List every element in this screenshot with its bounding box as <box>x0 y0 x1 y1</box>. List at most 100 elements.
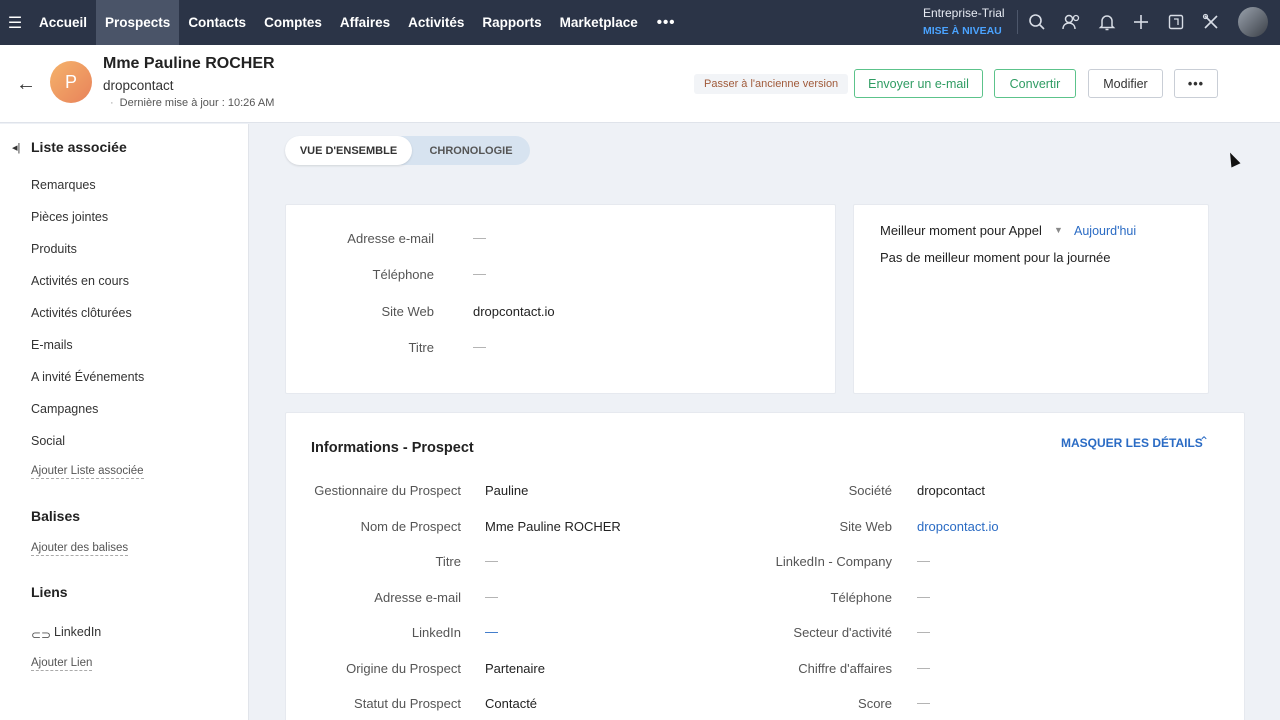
prospect-name: Mme Pauline ROCHER <box>103 55 275 72</box>
trial-label: Entreprise-Trial <box>923 6 1005 20</box>
related-list-sidebar: ◂| Liste associée Remarques Pièces joint… <box>0 124 249 720</box>
info-label: LinkedIn - Company <box>775 554 892 569</box>
summary-label-email: Adresse e-mail <box>347 231 434 246</box>
nav-activites[interactable]: Activités <box>399 0 473 45</box>
nav-comptes[interactable]: Comptes <box>255 0 331 45</box>
summary-label-phone: Téléphone <box>372 267 434 282</box>
contacts-icon[interactable] <box>1061 11 1083 33</box>
info-label: Chiffre d'affaires <box>798 661 892 676</box>
info-label: Nom de Prospect <box>360 519 461 534</box>
prospect-company: dropcontact <box>103 78 174 93</box>
chevron-up-icon[interactable]: ⌃ <box>1199 434 1209 448</box>
last-updated: · Dernière mise à jour : 10:26 AM <box>110 97 275 109</box>
summary-label-website: Site Web <box>381 304 434 319</box>
plus-icon[interactable] <box>1130 11 1152 33</box>
info-label: Société <box>848 483 892 498</box>
chevron-down-icon[interactable]: ▼ <box>1054 225 1063 235</box>
summary-label-title: Titre <box>408 340 434 355</box>
sidebar-item-activites-cloturees[interactable]: Activités clôturées <box>31 306 132 320</box>
bell-icon[interactable] <box>1096 11 1118 33</box>
info-value[interactable]: — <box>917 589 930 604</box>
info-title: Informations - Prospect <box>311 440 474 456</box>
view-toggle: VUE D'ENSEMBLE CHRONOLOGIE <box>285 136 530 165</box>
info-value[interactable]: — <box>917 695 930 710</box>
calendar-icon[interactable] <box>1165 11 1187 33</box>
tools-icon[interactable] <box>1200 11 1222 33</box>
related-list-title: Liste associée <box>31 139 127 155</box>
info-value[interactable]: — <box>485 589 498 604</box>
info-value[interactable]: Mme Pauline ROCHER <box>485 519 621 534</box>
links-title: Liens <box>31 584 68 600</box>
sidebar-item-produits[interactable]: Produits <box>31 242 77 256</box>
info-value[interactable]: — <box>917 553 930 568</box>
best-time-label[interactable]: Meilleur moment pour Appel <box>880 223 1042 238</box>
summary-value-email[interactable]: — <box>473 230 486 245</box>
summary-value-title[interactable]: — <box>473 339 486 354</box>
info-label: Origine du Prospect <box>346 661 461 676</box>
nav-more-button[interactable]: ••• <box>647 14 686 31</box>
hide-details-button[interactable]: MASQUER LES DÉTAILS <box>1061 436 1203 450</box>
tab-timeline[interactable]: CHRONOLOGIE <box>412 136 530 165</box>
top-navigation: ☰ Accueil Prospects Contacts Comptes Aff… <box>0 0 1280 45</box>
info-value[interactable]: Contacté <box>485 696 537 711</box>
prospect-avatar: P <box>50 61 92 103</box>
info-label: Téléphone <box>830 590 892 605</box>
send-email-button[interactable]: Envoyer un e-mail <box>854 69 983 98</box>
info-value[interactable]: dropcontact <box>917 483 985 498</box>
info-value[interactable]: Pauline <box>485 483 528 498</box>
avatar[interactable] <box>1238 7 1268 37</box>
back-arrow-icon[interactable]: ← <box>16 73 36 96</box>
info-label: Site Web <box>839 519 892 534</box>
nav-divider <box>1017 10 1018 34</box>
nav-contacts[interactable]: Contacts <box>179 0 255 45</box>
old-version-button[interactable]: Passer à l'ancienne version <box>694 74 849 94</box>
info-label: Adresse e-mail <box>374 590 461 605</box>
upgrade-link[interactable]: MISE À NIVEAU <box>923 25 1005 37</box>
add-link-link[interactable]: Ajouter Lien <box>31 657 93 671</box>
info-value[interactable]: dropcontact.io <box>917 519 999 534</box>
best-time-none: Pas de meilleur moment pour la journée <box>880 250 1111 265</box>
summary-value-phone[interactable]: — <box>473 266 486 281</box>
nav-accueil[interactable]: Accueil <box>30 0 96 45</box>
tab-overview[interactable]: VUE D'ENSEMBLE <box>285 136 412 165</box>
info-value[interactable]: Partenaire <box>485 661 545 676</box>
nav-rapports[interactable]: Rapports <box>473 0 550 45</box>
trial-box: Entreprise-Trial MISE À NIVEAU <box>923 6 1005 37</box>
edit-button[interactable]: Modifier <box>1088 69 1163 98</box>
nav-prospects[interactable]: Prospects <box>96 0 180 45</box>
sidebar-item-pieces-jointes[interactable]: Pièces jointes <box>31 210 108 224</box>
info-label: Secteur d'activité <box>793 625 892 640</box>
convert-button[interactable]: Convertir <box>994 69 1076 98</box>
summary-value-website[interactable]: dropcontact.io <box>473 304 555 319</box>
add-related-list-link[interactable]: Ajouter Liste associée <box>31 465 144 479</box>
sidebar-item-emails[interactable]: E-mails <box>31 338 73 352</box>
tags-title: Balises <box>31 508 81 524</box>
sidebar-item-social[interactable]: Social <box>31 434 65 448</box>
linkedin-link[interactable]: LinkedIn <box>54 625 101 639</box>
info-label: LinkedIn <box>411 625 461 640</box>
record-header: ← P Mme Pauline ROCHER dropcontact · Dern… <box>0 45 1280 123</box>
last-updated-text: Dernière mise à jour : 10:26 AM <box>119 97 275 109</box>
hamburger-icon[interactable]: ☰ <box>0 0 30 45</box>
sidebar-item-evenements[interactable]: A invité Événements <box>31 370 144 384</box>
info-value[interactable]: — <box>917 624 930 639</box>
info-label: Statut du Prospect <box>354 696 461 711</box>
info-value[interactable]: — <box>917 660 930 675</box>
collapse-sidebar-icon[interactable]: ◂| <box>12 141 20 154</box>
link-icon: ⊂⊃ <box>31 628 52 642</box>
sidebar-item-activites-en-cours[interactable]: Activités en cours <box>31 274 129 288</box>
info-value[interactable]: — <box>485 624 498 639</box>
sidebar-item-campagnes[interactable]: Campagnes <box>31 402 98 416</box>
mouse-cursor <box>1225 150 1241 168</box>
more-actions-button[interactable]: ••• <box>1174 69 1218 98</box>
add-tags-link[interactable]: Ajouter des balises <box>31 542 129 556</box>
info-label: Score <box>858 696 892 711</box>
info-label: Titre <box>435 554 461 569</box>
search-icon[interactable] <box>1026 11 1048 33</box>
info-value[interactable]: — <box>485 553 498 568</box>
best-time-day[interactable]: Aujourd'hui <box>1074 224 1136 238</box>
sidebar-item-remarques[interactable]: Remarques <box>31 178 96 192</box>
info-label: Gestionnaire du Prospect <box>314 483 461 498</box>
nav-affaires[interactable]: Affaires <box>331 0 399 45</box>
nav-marketplace[interactable]: Marketplace <box>551 0 647 45</box>
